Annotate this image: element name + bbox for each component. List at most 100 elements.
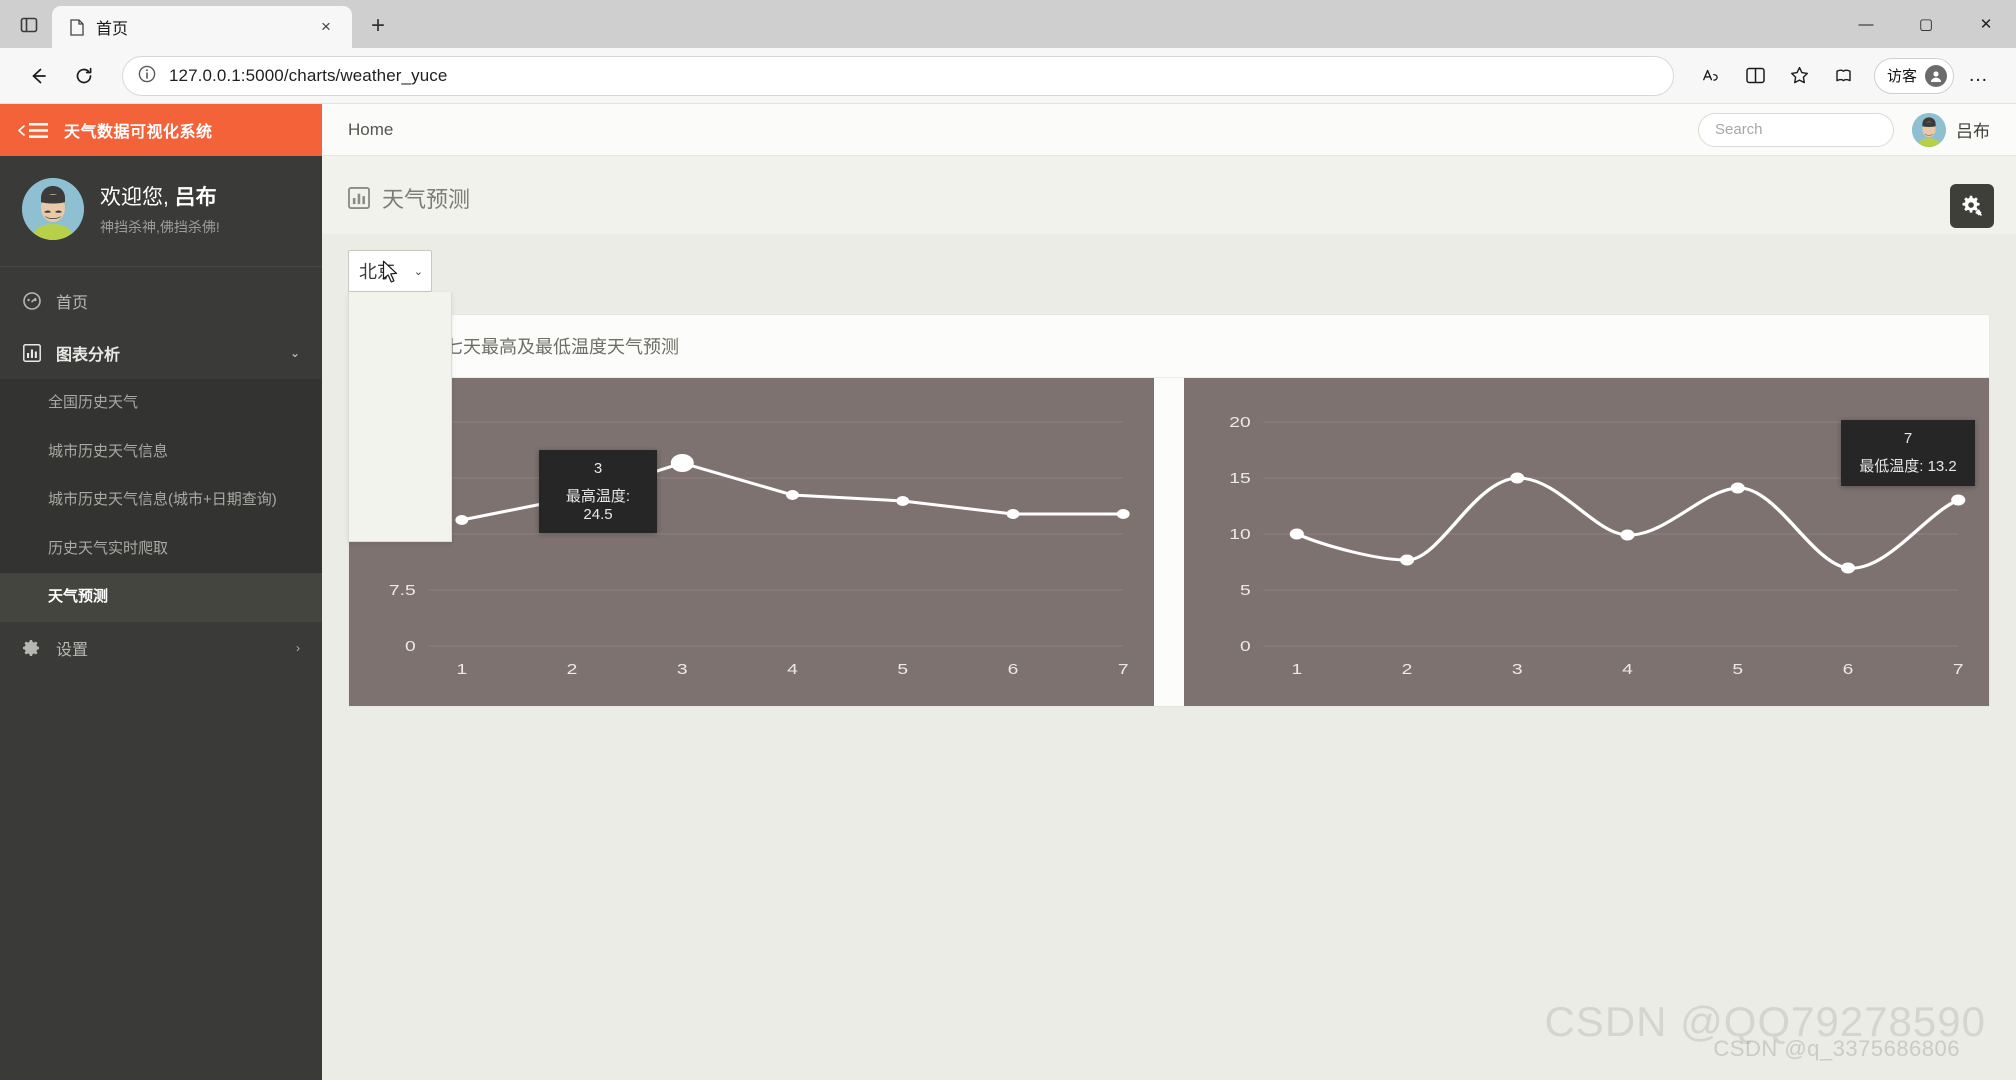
sidebar-nav: 首页 图表分析 ⌄ 全国历史天气 <box>0 267 322 674</box>
window-controls: — ▢ ✕ <box>1836 0 2016 48</box>
more-options-button[interactable]: … <box>1958 56 1998 96</box>
tab-search-button[interactable] <box>6 5 52 45</box>
tab-list-icon <box>20 16 38 34</box>
sidebar-item-national-history[interactable]: 全国历史天气 <box>0 379 322 428</box>
welcome-text: 欢迎您, 吕布 <box>100 181 220 211</box>
minimize-button[interactable]: — <box>1836 0 1896 48</box>
reload-icon <box>74 66 94 86</box>
svg-text:20: 20 <box>1229 413 1250 430</box>
svg-text:1: 1 <box>456 660 467 677</box>
back-arrow-icon <box>27 65 49 87</box>
svg-text:7.5: 7.5 <box>389 581 416 598</box>
avatar <box>1925 65 1947 87</box>
chart-max-temperature[interactable]: 30 22.5 15 7.5 0 1 2 3 4 5 <box>349 378 1154 706</box>
brand-title: 天气数据可视化系统 <box>64 118 213 142</box>
profile-button[interactable]: 访客 <box>1874 58 1954 94</box>
profile-label: 访客 <box>1887 65 1917 86</box>
user-name: 吕布 <box>1956 117 1990 142</box>
avatar <box>22 178 84 240</box>
read-aloud-button[interactable] <box>1692 56 1732 96</box>
settings-panel-button[interactable] <box>1950 184 1994 228</box>
gears-icon <box>1959 193 1985 219</box>
sidebar-item-realtime-crawl[interactable]: 历史天气实时爬取 <box>0 525 322 574</box>
sidebar-item-settings[interactable]: 设置 › <box>0 622 322 674</box>
chart-card: 北京未来七天最高及最低温度天气预测 <box>348 314 1990 707</box>
chart-min-temperature[interactable]: 20 15 10 5 0 1 2 3 4 5 <box>1184 378 1989 706</box>
svg-text:3: 3 <box>677 660 688 677</box>
sidebar-toggle-button[interactable] <box>0 123 64 138</box>
filter-toolbar: 北京 ⌄ <box>322 234 2016 292</box>
reload-button[interactable] <box>64 56 104 96</box>
svg-text:5: 5 <box>1240 581 1251 598</box>
city-dropdown-panel[interactable] <box>348 292 452 542</box>
sidebar-item-home[interactable]: 首页 <box>0 275 322 327</box>
svg-text:15: 15 <box>1229 469 1250 486</box>
user-menu[interactable]: 吕布 <box>1912 113 1990 147</box>
dashboard-icon <box>22 292 42 310</box>
tooltip-value: 最高温度: 24.5 <box>557 485 639 523</box>
watermark-secondary: CSDN @q_3375686806 <box>1713 1036 1960 1062</box>
favorites-button[interactable] <box>1780 56 1820 96</box>
browser-toolbar: 127.0.0.1:5000/charts/weather_yuce <box>0 48 2016 104</box>
chart-icon <box>22 344 42 362</box>
back-button[interactable] <box>18 56 58 96</box>
star-icon <box>1789 65 1810 86</box>
mouse-cursor <box>382 260 399 287</box>
address-bar[interactable]: 127.0.0.1:5000/charts/weather_yuce <box>122 56 1674 96</box>
chevron-down-icon: ⌄ <box>414 265 423 278</box>
window-close-button[interactable]: ✕ <box>1956 0 2016 48</box>
tooltip-value: 最低温度: 13.2 <box>1859 455 1957 476</box>
maximize-button[interactable]: ▢ <box>1896 0 1956 48</box>
tooltip-title: 7 <box>1859 430 1957 447</box>
chart-tooltip: 3 最高温度: 24.5 <box>539 450 657 533</box>
sidebar-item-weather-forecast[interactable]: 天气预测 <box>0 573 322 622</box>
charts-row: 30 22.5 15 7.5 0 1 2 3 4 5 <box>349 378 1989 706</box>
sidebar-item-label: 图表分析 <box>56 341 120 365</box>
sidebar-item-label: 设置 <box>56 636 88 660</box>
chart-card-title: 北京未来七天最高及最低温度天气预测 <box>349 315 1989 378</box>
sidebar-brand: 天气数据可视化系统 <box>0 104 322 156</box>
svg-text:2: 2 <box>567 660 578 677</box>
close-icon[interactable]: × <box>312 13 340 41</box>
welcome-username: 吕布 <box>175 186 217 209</box>
sidebar-item-label: 首页 <box>56 289 88 313</box>
tooltip-title: 3 <box>557 460 639 477</box>
content-topbar: Home <box>322 104 2016 156</box>
collections-icon <box>1833 65 1854 86</box>
site-info-icon[interactable] <box>137 64 157 87</box>
topbar-actions: 吕布 <box>1698 113 1990 147</box>
chevron-down-icon: ⌄ <box>290 346 300 360</box>
sidebar-item-city-history-query[interactable]: 城市历史天气信息(城市+日期查询) <box>0 476 322 525</box>
read-aloud-icon <box>1701 66 1723 86</box>
breadcrumb[interactable]: Home <box>348 120 393 140</box>
sidebar-item-city-history[interactable]: 城市历史天气信息 <box>0 428 322 477</box>
svg-text:2: 2 <box>1402 660 1413 677</box>
bar-chart-icon <box>348 187 370 209</box>
sidebar: 天气数据可视化系统 欢迎您, 吕布 <box>0 104 322 1080</box>
sidebar-submenu: 全国历史天气 城市历史天气信息 城市历史天气信息(城市+日期查询) 历史天气实时… <box>0 379 322 622</box>
search-box[interactable] <box>1698 113 1894 147</box>
sidebar-profile: 欢迎您, 吕布 神挡杀神,佛挡杀佛! <box>0 156 322 267</box>
svg-text:0: 0 <box>405 637 416 654</box>
user-motto: 神挡杀神,佛挡杀佛! <box>100 217 220 237</box>
sidebar-item-chart-analysis[interactable]: 图表分析 ⌄ <box>0 327 322 379</box>
toolbar-actions: 访客 … <box>1692 56 1998 96</box>
collapse-arrow-icon <box>17 125 26 136</box>
main-content: Home <box>322 104 2016 1080</box>
svg-text:10: 10 <box>1229 525 1250 542</box>
svg-text:7: 7 <box>1118 660 1129 677</box>
svg-text:6: 6 <box>1843 660 1854 677</box>
welcome-prefix: 欢迎您, <box>100 186 175 209</box>
page-icon <box>68 18 86 36</box>
collections-button[interactable] <box>1824 56 1864 96</box>
svg-text:6: 6 <box>1008 660 1019 677</box>
new-tab-button[interactable]: + <box>360 8 396 44</box>
browser-tab[interactable]: 首页 × <box>52 6 352 48</box>
max-temp-line-chart: 30 22.5 15 7.5 0 1 2 3 4 5 <box>349 378 1154 706</box>
tab-strip: 首页 × + — ▢ ✕ <box>0 0 2016 48</box>
hamburger-icon <box>29 123 48 138</box>
search-input[interactable] <box>1715 121 1877 138</box>
chevron-right-icon: › <box>296 641 300 655</box>
split-screen-button[interactable] <box>1736 56 1776 96</box>
avatar <box>1912 113 1946 147</box>
